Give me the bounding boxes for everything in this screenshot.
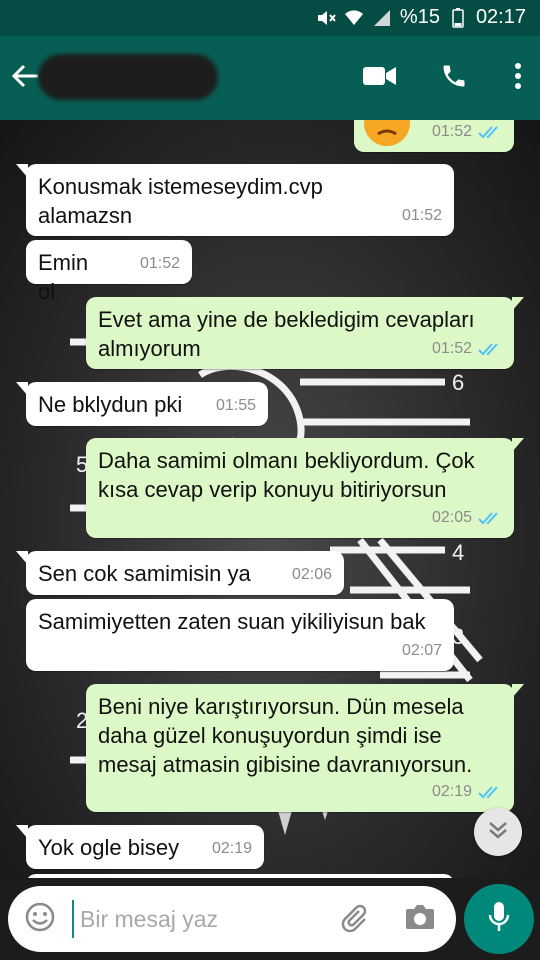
emoji-icon bbox=[24, 901, 56, 938]
status-icons: %15 02:17 bbox=[316, 6, 526, 29]
mute-icon bbox=[316, 8, 336, 28]
message-list[interactable]: 6 5 4 3 2 01:52 Konusmak istemeseydim.cv… bbox=[0, 120, 540, 878]
header-actions bbox=[360, 58, 528, 98]
message-time: 02:07 bbox=[401, 642, 442, 659]
message-meta: 01:52 bbox=[140, 249, 180, 278]
message-time: 01:52 bbox=[139, 255, 180, 272]
read-ticks-icon bbox=[478, 342, 502, 356]
message-bubble-incoming[interactable]: Konusmak istemeseydim.cvp alamazsn 01:52 bbox=[16, 164, 454, 236]
camera-button[interactable] bbox=[402, 901, 438, 937]
paperclip-icon bbox=[339, 902, 369, 937]
wifi-icon bbox=[344, 8, 364, 28]
phone-icon bbox=[440, 62, 468, 95]
signal-icon bbox=[372, 8, 392, 28]
message-bubble-incoming[interactable]: Yok ogle bisey 02:19 bbox=[16, 825, 264, 869]
chat-header bbox=[0, 36, 540, 120]
battery-icon bbox=[448, 7, 468, 28]
message-time: 02:05 bbox=[431, 509, 472, 526]
message-meta: 02:19 bbox=[432, 777, 502, 806]
emoji-sticker bbox=[364, 120, 410, 146]
message-input[interactable] bbox=[72, 900, 322, 938]
double-chevron-down-icon bbox=[487, 820, 509, 845]
input-container bbox=[8, 886, 456, 952]
message-text: Daha samimi olmanı bekliyordum. Çok kısa… bbox=[98, 448, 475, 502]
message-bubble-outgoing[interactable]: Evet ama yine de bekledigim cevapları al… bbox=[86, 297, 524, 369]
scroll-to-bottom-button[interactable] bbox=[474, 808, 522, 856]
message-bubble-outgoing[interactable]: Beni niye karıştırıyorsun. Dün mesela da… bbox=[86, 684, 524, 812]
wallpaper-number: 4 bbox=[452, 540, 464, 565]
message-composer bbox=[0, 878, 540, 960]
message-meta: 01:52 bbox=[432, 334, 502, 363]
status-time: 02:17 bbox=[475, 6, 526, 28]
message-text: Sen cok samimisin ya bbox=[38, 561, 251, 586]
message-meta: 02:06 bbox=[292, 560, 332, 589]
battery-percent: %15 bbox=[399, 6, 440, 28]
message-text: Samimiyetten zaten suan yikiliyisun bak bbox=[38, 609, 426, 634]
message-bubble-incoming[interactable]: Sen cok samimisin ya 02:06 bbox=[16, 551, 344, 595]
message-bubble-outgoing[interactable]: Daha samimi olmanı bekliyordum. Çok kısa… bbox=[86, 438, 524, 538]
message-time: 01:52 bbox=[431, 340, 472, 357]
message-bubble-incoming[interactable]: Samimiyetten zaten suan yikiliyisun bak … bbox=[26, 599, 454, 671]
message-text: Konusmak istemeseydim.cvp alamazsn bbox=[38, 174, 323, 228]
message-time: 02:06 bbox=[291, 566, 332, 583]
message-bubble-outgoing[interactable]: 01:52 bbox=[354, 120, 514, 152]
message-time: 01:52 bbox=[431, 123, 472, 140]
attach-button[interactable] bbox=[336, 901, 372, 937]
message-bubble-incoming[interactable]: Emin ol 01:52 bbox=[26, 240, 192, 304]
message-time: 02:19 bbox=[211, 840, 252, 857]
voice-call-button[interactable] bbox=[434, 58, 474, 98]
voice-record-button[interactable] bbox=[464, 884, 534, 954]
message-meta: 01:52 bbox=[402, 201, 442, 230]
message-time: 01:52 bbox=[401, 207, 442, 224]
microphone-icon bbox=[488, 901, 510, 938]
wallpaper-number: 6 bbox=[452, 370, 464, 395]
camera-icon bbox=[404, 903, 436, 936]
message-meta: 02:05 bbox=[432, 503, 502, 532]
message-meta: 02:19 bbox=[212, 834, 252, 863]
message-meta: 01:52 bbox=[432, 120, 502, 146]
message-text: Beni niye karıştırıyorsun. Dün mesela da… bbox=[98, 694, 473, 777]
message-time: 01:55 bbox=[215, 397, 256, 414]
read-ticks-icon bbox=[478, 785, 502, 799]
back-arrow-icon bbox=[11, 64, 40, 93]
message-meta: 02:07 bbox=[402, 636, 442, 665]
read-ticks-icon bbox=[478, 125, 502, 139]
status-bar: %15 02:17 bbox=[0, 0, 540, 36]
more-options-button[interactable] bbox=[508, 58, 528, 98]
more-vert-icon bbox=[514, 62, 522, 95]
message-bubble-incoming[interactable]: Ne bklydun pki 01:55 bbox=[16, 382, 268, 426]
contact-info[interactable] bbox=[38, 48, 218, 106]
read-ticks-icon bbox=[478, 511, 502, 525]
redacted-contact bbox=[38, 54, 218, 100]
message-time: 02:19 bbox=[431, 783, 472, 800]
emoji-button[interactable] bbox=[22, 901, 58, 937]
video-call-icon bbox=[363, 65, 397, 92]
message-meta: 01:55 bbox=[216, 391, 256, 420]
video-call-button[interactable] bbox=[360, 58, 400, 98]
